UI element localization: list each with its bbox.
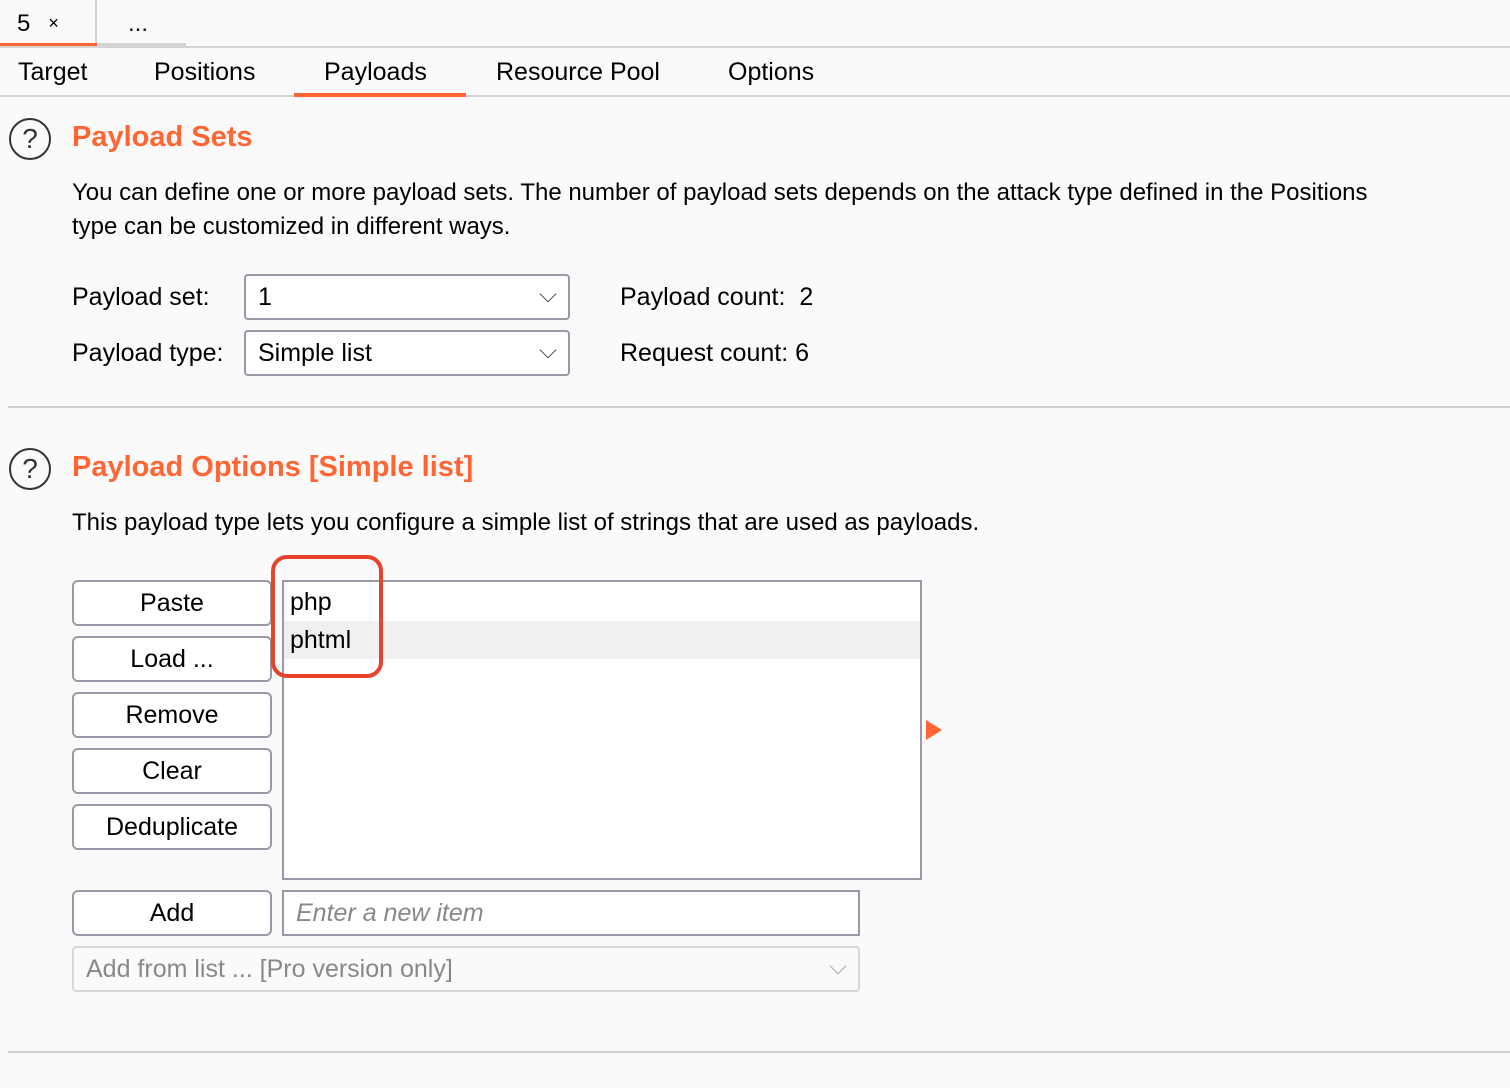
new-item-input[interactable] xyxy=(282,890,860,936)
request-count-label: Request count: 6 xyxy=(620,339,809,368)
deduplicate-button[interactable]: Deduplicate xyxy=(72,804,272,850)
tab-resource-pool[interactable]: Resource Pool xyxy=(496,48,660,96)
payload-options-description: This payload type lets you configure a s… xyxy=(72,509,980,536)
list-item-selected[interactable]: phtml xyxy=(284,621,920,659)
sub-tabs-divider xyxy=(0,95,1510,97)
payload-type-select[interactable]: Simple list xyxy=(244,330,570,376)
help-icon[interactable]: ? xyxy=(9,118,51,160)
payload-list[interactable]: php phtml xyxy=(282,580,922,880)
load-button[interactable]: Load ... xyxy=(72,636,272,682)
payload-options-title: Payload Options [Simple list] xyxy=(72,451,474,483)
tab-5-label: 5 xyxy=(17,9,31,37)
tab-payloads[interactable]: Payloads xyxy=(324,48,427,96)
expand-arrow-icon[interactable] xyxy=(926,720,942,740)
active-sub-tab-indicator xyxy=(294,93,466,97)
section-divider xyxy=(8,406,1510,408)
payload-count-label-text: Payload count: xyxy=(620,283,786,311)
help-icon[interactable]: ? xyxy=(9,448,51,490)
add-from-list-select[interactable]: Add from list ... [Pro version only] xyxy=(72,946,860,992)
paste-button[interactable]: Paste xyxy=(72,580,272,626)
payload-count-value: 2 xyxy=(799,283,814,311)
add-button[interactable]: Add xyxy=(72,890,272,936)
payload-set-value: 1 xyxy=(258,282,272,311)
section-divider xyxy=(8,1051,1510,1053)
chevron-down-icon xyxy=(539,341,557,359)
payload-sets-description-line1: You can define one or more payload sets.… xyxy=(72,179,1368,206)
tab-target[interactable]: Target xyxy=(18,48,87,96)
close-icon[interactable]: × xyxy=(48,13,59,34)
chevron-down-icon xyxy=(829,957,847,975)
tab-positions[interactable]: Positions xyxy=(154,48,255,96)
tab-more[interactable]: ... xyxy=(128,0,148,47)
payload-set-label: Payload set: xyxy=(72,283,210,311)
payload-set-select[interactable]: 1 xyxy=(244,274,570,320)
clear-button[interactable]: Clear xyxy=(72,748,272,794)
list-item[interactable]: php xyxy=(284,583,920,621)
tab-options[interactable]: Options xyxy=(728,48,814,96)
chevron-down-icon xyxy=(539,285,557,303)
payload-count-label: Payload count: 2 xyxy=(620,283,813,312)
payload-sets-title: Payload Sets xyxy=(72,121,253,153)
add-from-list-value: Add from list ... [Pro version only] xyxy=(86,954,453,983)
request-count-label-text: Request count: xyxy=(620,339,789,367)
payload-type-label: Payload type: xyxy=(72,339,224,367)
request-count-value: 6 xyxy=(795,339,810,367)
tab-5[interactable]: 5 × xyxy=(0,0,97,47)
payload-type-value: Simple list xyxy=(258,338,372,367)
payload-sets-description-line2: type can be customized in different ways… xyxy=(72,213,511,240)
remove-button[interactable]: Remove xyxy=(72,692,272,738)
